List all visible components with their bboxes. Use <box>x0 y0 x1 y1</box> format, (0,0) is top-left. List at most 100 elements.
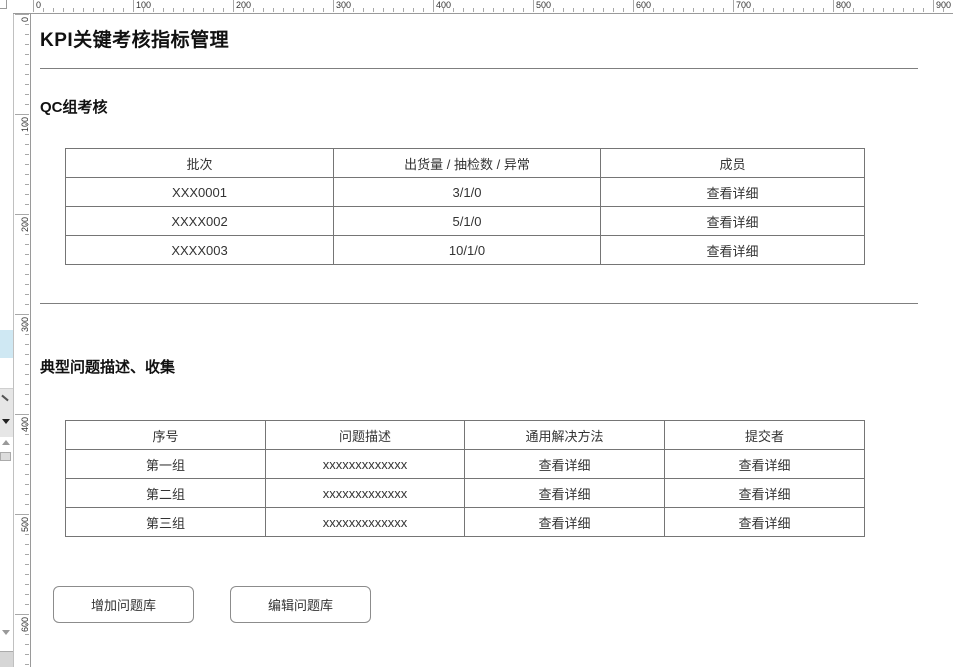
ruler-minor-tick <box>553 8 554 12</box>
shipment-cell: 5/1/0 <box>334 207 601 236</box>
view-details-link[interactable]: 查看详细 <box>601 178 865 207</box>
ruler-minor-tick <box>25 254 29 255</box>
ruler-minor-tick <box>113 8 114 12</box>
view-details-link[interactable]: 查看详细 <box>601 236 865 265</box>
view-details-link[interactable]: 查看详细 <box>465 450 665 479</box>
ruler-minor-tick <box>25 194 29 195</box>
ruler-major-tick <box>633 0 634 12</box>
dropdown-arrow-icon[interactable] <box>2 419 10 424</box>
table-row: XXXX003 10/1/0 查看详细 <box>66 236 865 265</box>
group-cell: 第一组 <box>66 450 266 479</box>
scrollbar-thumb[interactable] <box>0 452 11 461</box>
column-header-submitter: 提交者 <box>665 421 865 450</box>
ruler-minor-tick <box>943 8 944 12</box>
ruler-major-tick <box>933 0 934 12</box>
edit-problem-library-button[interactable]: 编辑问题库 <box>230 586 371 623</box>
view-details-link[interactable]: 查看详细 <box>665 450 865 479</box>
ruler-minor-tick <box>573 8 574 12</box>
ruler-minor-tick <box>703 8 704 12</box>
ruler-minor-tick <box>353 8 354 12</box>
ruler-minor-tick <box>843 8 844 12</box>
scroll-down-arrow-icon[interactable] <box>2 630 10 635</box>
add-problem-library-button[interactable]: 增加问题库 <box>53 586 194 623</box>
wireframe-canvas: KPI关键考核指标管理 QC组考核 批次 出货量 / 抽检数 / 异常 成员 X… <box>31 15 953 667</box>
ruler-minor-tick <box>25 484 29 485</box>
ruler-minor-tick <box>25 84 29 85</box>
view-details-link[interactable]: 查看详细 <box>665 479 865 508</box>
ruler-minor-tick <box>403 8 404 12</box>
ruler-minor-tick <box>793 8 794 12</box>
column-header-shipment: 出货量 / 抽检数 / 异常 <box>334 149 601 178</box>
ruler-minor-tick <box>25 444 29 445</box>
ruler-minor-tick <box>25 344 29 345</box>
ruler-minor-tick <box>203 8 204 12</box>
ruler-minor-tick <box>803 8 804 12</box>
ruler-minor-tick <box>243 8 244 12</box>
ruler-minor-tick <box>25 624 29 625</box>
ruler-minor-tick <box>713 8 714 12</box>
table-row: 第三组 xxxxxxxxxxxxx 查看详细 查看详细 <box>66 508 865 537</box>
left-chrome-sliver <box>0 0 13 667</box>
ruler-minor-tick <box>653 8 654 12</box>
ruler-minor-tick <box>25 654 29 655</box>
view-details-link[interactable]: 查看详细 <box>665 508 865 537</box>
ruler-minor-tick <box>663 8 664 12</box>
view-details-link[interactable]: 查看详细 <box>601 207 865 236</box>
divider-line <box>40 68 918 69</box>
ruler-minor-tick <box>643 8 644 12</box>
ruler-minor-tick <box>25 44 29 45</box>
ruler-minor-tick <box>25 24 29 25</box>
scroll-up-arrow-icon[interactable] <box>2 440 10 445</box>
ruler-minor-tick <box>93 8 94 12</box>
shipment-cell: 10/1/0 <box>334 236 601 265</box>
ruler-minor-tick <box>303 8 304 12</box>
column-header-number: 序号 <box>66 421 266 450</box>
ruler-minor-tick <box>123 8 124 12</box>
ruler-minor-tick <box>173 8 174 12</box>
ruler-minor-tick <box>25 554 29 555</box>
ruler-label: 0 <box>21 17 30 22</box>
ruler-minor-tick <box>25 34 29 35</box>
ruler-minor-tick <box>343 8 344 12</box>
ruler-minor-tick <box>25 494 29 495</box>
ruler-minor-tick <box>693 8 694 12</box>
ruler-minor-tick <box>153 8 154 12</box>
ruler-minor-tick <box>25 564 29 565</box>
ruler-minor-tick <box>25 474 29 475</box>
table-row: XXX0001 3/1/0 查看详细 <box>66 178 865 207</box>
ruler-minor-tick <box>25 304 29 305</box>
ruler-minor-tick <box>743 8 744 12</box>
table-row: 第一组 xxxxxxxxxxxxx 查看详细 查看详细 <box>66 450 865 479</box>
ruler-minor-tick <box>683 8 684 12</box>
batch-cell: XXXX003 <box>66 236 334 265</box>
ruler-minor-tick <box>783 8 784 12</box>
ruler-major-tick <box>15 514 29 515</box>
ruler-major-tick <box>133 0 134 12</box>
ruler-minor-tick <box>283 8 284 12</box>
ruler-minor-tick <box>493 8 494 12</box>
column-header-batch: 批次 <box>66 149 334 178</box>
table-row: 第二组 xxxxxxxxxxxxx 查看详细 查看详细 <box>66 479 865 508</box>
ruler-minor-tick <box>183 8 184 12</box>
ruler-minor-tick <box>583 8 584 12</box>
ruler-minor-tick <box>363 8 364 12</box>
column-header-members: 成员 <box>601 149 865 178</box>
tool-panel-edge <box>0 388 13 437</box>
ruler-minor-tick <box>453 8 454 12</box>
ruler-minor-tick <box>463 8 464 12</box>
ruler-minor-tick <box>25 634 29 635</box>
view-details-link[interactable]: 查看详细 <box>465 508 665 537</box>
description-cell: xxxxxxxxxxxxx <box>266 479 465 508</box>
ruler-minor-tick <box>25 164 29 165</box>
ruler-minor-tick <box>25 394 29 395</box>
view-details-link[interactable]: 查看详细 <box>465 479 665 508</box>
group-cell: 第三组 <box>66 508 266 537</box>
ruler-minor-tick <box>323 8 324 12</box>
ruler-minor-tick <box>25 544 29 545</box>
ruler-minor-tick <box>63 8 64 12</box>
ruler-minor-tick <box>253 8 254 12</box>
ruler-minor-tick <box>25 174 29 175</box>
ruler-minor-tick <box>293 8 294 12</box>
ruler-minor-tick <box>25 434 29 435</box>
ruler-corner-box <box>0 0 7 9</box>
